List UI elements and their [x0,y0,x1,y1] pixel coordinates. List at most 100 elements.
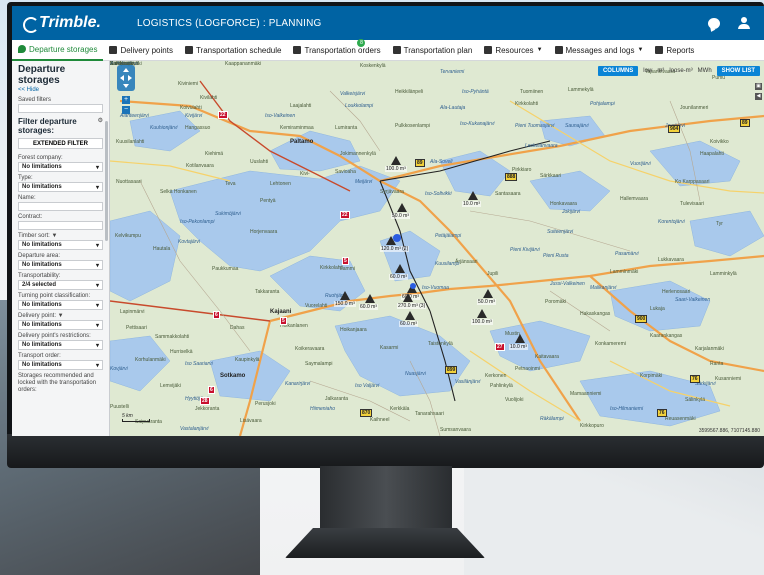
app-title: LOGISTICS (LOGFORCE) : PLANNING [136,17,322,29]
filter-select-value: No limitations [22,262,62,268]
trimble-logo[interactable]: Trimble. [22,14,101,33]
place-label: Koikeravaara [295,346,325,352]
filter-select[interactable]: No limitations ▾ [18,162,103,172]
storage-marker-icon[interactable] [391,156,401,165]
storage-marker-icon[interactable] [468,191,478,200]
tab-reports[interactable]: Reports [649,40,700,61]
filter-select-value: No limitations [22,164,62,170]
place-label: Heikkilänpeli [395,89,424,95]
filter-select[interactable]: No limitations ▾ [18,360,103,370]
place-label: Honkavaara [550,201,577,207]
place-label: Sammakkolahti [155,334,190,340]
place-label: Iso-Pyhäntä [462,89,489,95]
place-label: Selkä Honkanen [160,189,197,195]
storage-volume-label: 60.0 m³ [359,304,378,310]
place-label: Kemiraminmaa [280,125,314,131]
map-canvas [110,61,764,436]
place-label: Loukkolampi [345,103,374,109]
hide-panel-link[interactable]: << Hide [12,86,109,94]
unit-low[interactable]: low [643,68,652,74]
menu-messages-and-logs[interactable]: Messages and logs ▼ [549,40,650,61]
place-label: Korhulanmäki [135,357,166,363]
place-label: Lamminmäki [610,269,639,275]
filter-select-value: No limitations [22,302,62,308]
place-label: Tyr [716,221,723,227]
saved-filters-select[interactable] [18,104,103,113]
saved-filters-label: Saved filters [18,97,52,103]
zoom-out-button[interactable]: − [122,106,130,114]
storage-marker-icon[interactable] [477,309,487,318]
storage-marker-icon[interactable] [405,311,415,320]
selected-storage-dot[interactable] [393,234,401,242]
filter-select[interactable]: No limitations ▾ [18,182,103,192]
place-label: Iso-Vuomaa [422,285,449,291]
tab-transportation-orders[interactable]: Transportation orders 8 [287,38,386,61]
storage-marker-icon[interactable] [483,289,493,298]
place-label: Paukkumaa [212,266,239,272]
filter-select-value: No limitations [22,242,62,248]
place-label: Teva [225,181,236,187]
road-number-shield: 888 [505,173,518,181]
filter-label: Delivery point's restrictions: [18,333,91,339]
road-number-shield: 89 [415,159,425,167]
filter-select-value: No limitations [22,322,62,328]
place-label: Hurriselkä [170,349,193,355]
filter-select[interactable]: No limitations ▾ [18,300,103,310]
map-view[interactable]: Kaappananmäki Kiviniemi Koskenkylä Tervanie… [110,61,764,436]
tab-transportation-plan[interactable]: Transportation plan [387,40,479,61]
filter-label: Delivery point: ▼ [18,313,64,319]
tab-label: Messages and logs [565,45,635,55]
filter-label: Departure area: [18,253,61,259]
show-list-button[interactable]: SHOW LIST [716,66,760,76]
filter-input[interactable] [18,202,103,211]
user-icon[interactable] [738,17,750,29]
place-label: Kivilahti [200,95,218,101]
storage-marker-icon[interactable] [515,334,525,343]
filter-label: Name: [18,195,36,201]
unit-m3[interactable]: m³ [657,68,664,74]
place-label: Pieni Rusta [543,253,569,259]
tab-transportation-schedule[interactable]: Transportation schedule [179,40,288,61]
storage-marker-icon[interactable] [395,264,405,273]
filter-select[interactable]: No limitations ▾ [18,320,103,330]
filter-select[interactable]: No limitations ▾ [18,240,103,250]
place-label: Kuuhionjärvi [150,125,178,131]
unit-loose-m3[interactable]: loose-m³ [669,68,692,74]
road-number-shield: 28 [200,397,210,405]
panel-scrollbar[interactable] [105,121,108,241]
filter-select-value: No limitations [22,342,62,348]
place-label: Koivikko [710,139,729,145]
tab-departure-storages[interactable]: Departure storages [12,40,104,61]
map-side-controls: ▣ ◀ [755,83,762,100]
menu-resources[interactable]: Resources ▼ [478,40,548,61]
chat-icon[interactable] [708,17,720,29]
tab-delivery-points[interactable]: Delivery points [103,40,178,61]
storage-marker-icon[interactable] [340,291,350,300]
storage-marker-icon[interactable] [365,294,375,303]
storage-marker-icon[interactable] [397,203,407,212]
pan-control[interactable] [117,65,135,91]
logo-text: Trimble. [39,14,101,31]
filter-select[interactable]: No limitations ▾ [18,260,103,270]
extended-filter-button[interactable]: EXTENDED FILTER [18,138,103,149]
place-label: Lammi [340,266,356,272]
place-label: Jekkoranta [195,406,220,412]
filter-select[interactable]: No limitations ▾ [18,340,103,350]
filter-select[interactable]: 2/4 selected ▾ [18,280,103,290]
place-label: Ala-Lautaja [440,105,466,111]
settings-icon[interactable]: ⚙ [98,117,103,135]
zoom-in-button[interactable]: + [122,96,130,104]
layers-icon[interactable]: ▣ [755,83,762,90]
unit-mwh[interactable]: MWh [698,68,712,74]
place-label: Tuomiinen [520,89,544,95]
place-label: Haapalahti [700,151,724,157]
columns-button[interactable]: COLUMNS [597,66,639,76]
collapse-icon[interactable]: ◀ [755,93,762,100]
place-label: Räkälampi [540,416,564,422]
main-navigation: Departure storages Delivery points Trans… [12,38,764,61]
filter-input[interactable] [18,221,103,230]
storage-marker-icon[interactable] [403,293,413,302]
place-label: Valkeisjärvi [340,91,366,97]
selected-storage-dot[interactable] [410,283,416,289]
place-label: Vuorelahti [305,303,328,309]
